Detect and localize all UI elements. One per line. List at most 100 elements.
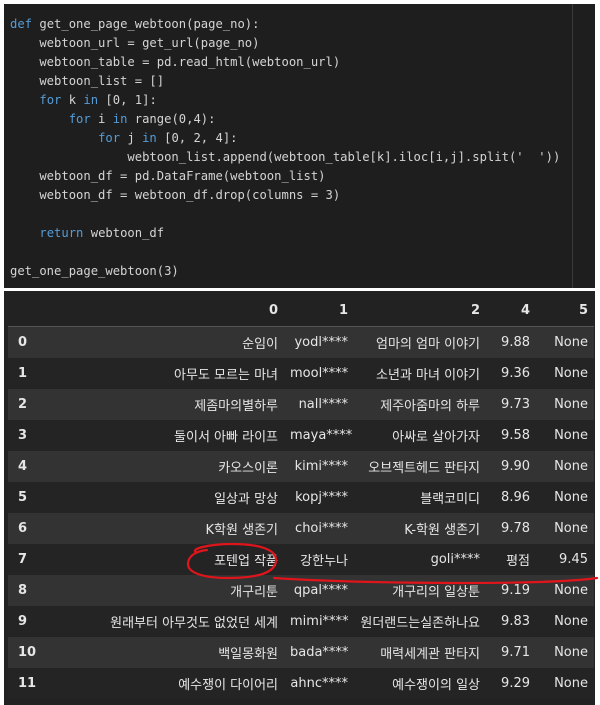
code-line[interactable]: return webtoon_df xyxy=(10,224,560,243)
table-cell: goli**** xyxy=(430,552,480,567)
code-keyword: def xyxy=(10,17,33,31)
code-line[interactable]: get_one_page_webtoon(3) xyxy=(10,262,560,281)
code-line[interactable] xyxy=(10,243,560,262)
column-header: 1 xyxy=(284,295,354,327)
code-line[interactable]: for j in [0, 2, 4]: xyxy=(10,129,560,148)
table-row: 5 일상과 망상 kopj**** 블랙코미디 8.96 None xyxy=(8,482,594,513)
table-row: 3 둘이서 아빠 라이프 maya**** 아싸로 살아가자 9.58 None xyxy=(8,420,594,451)
table-cell: qpal**** xyxy=(293,583,348,598)
table-cell: 제주아줌마의 하루 xyxy=(380,399,480,414)
row-index: 8 xyxy=(18,583,28,598)
table-cell: choi**** xyxy=(295,521,348,536)
table-cell: None xyxy=(554,676,588,691)
code-keyword: return xyxy=(39,226,84,240)
table-row: 10 백일몽화원 bada**** 매력세계관 판타지 9.71 None xyxy=(8,637,594,668)
dataframe-table: 01245 0 순임이 yodl**** 엄마의 엄마 이야기 9.88 None 1 아무도… xyxy=(8,295,594,699)
code-line[interactable]: webtoon_df = pd.DataFrame(webtoon_list) xyxy=(10,167,560,186)
table-cell: None xyxy=(554,335,588,350)
code-line[interactable]: webtoon_url = get_url(page_no) xyxy=(10,34,560,53)
table-cell: 9.88 xyxy=(501,335,530,350)
code-text: [0, 2, 4]: xyxy=(156,131,238,145)
table-body: 0 순임이 yodl**** 엄마의 엄마 이야기 9.88 None 1 아무도 모르는 마… xyxy=(8,326,594,699)
code-text: range(0,4): xyxy=(127,112,216,126)
table-cell: kopj**** xyxy=(295,490,348,505)
table-cell: 백일몽화원 xyxy=(218,647,278,662)
code-text: get_one_page_webtoon(page_no): xyxy=(32,17,260,31)
row-index: 5 xyxy=(18,490,28,505)
table-cell: 9.73 xyxy=(501,397,530,412)
code-keyword: in xyxy=(83,93,99,107)
code-line[interactable]: webtoon_df = webtoon_df.drop(columns = 3… xyxy=(10,186,560,205)
table-cell: 카오스이론 xyxy=(218,461,278,476)
table-row: 1 아무도 모르는 마녀 mool**** 소년과 마녀 이야기 9.36 None xyxy=(8,358,594,389)
table-cell: 예수쟁이의 일상 xyxy=(392,678,480,693)
row-index: 11 xyxy=(18,676,37,691)
table-cell: 소년과 마녀 이야기 xyxy=(376,368,480,383)
code-cell[interactable]: def get_one_page_webtoon(page_no): webto… xyxy=(4,4,595,288)
code-line[interactable]: webtoon_table = pd.read_html(webtoon_url… xyxy=(10,53,560,72)
table-cell: mimi**** xyxy=(290,614,349,629)
table-cell: 평점 xyxy=(506,554,530,569)
table-cell: None xyxy=(554,366,588,381)
code-line[interactable]: for k in [0, 1]: xyxy=(10,91,560,110)
code-text: get_one_page_webtoon(3) xyxy=(10,264,179,278)
table-cell: maya**** xyxy=(290,428,353,443)
code-keyword: for xyxy=(68,112,91,126)
row-index: 10 xyxy=(18,645,37,660)
column-header xyxy=(8,295,50,327)
table-cell: 순임이 xyxy=(242,337,278,352)
table-cell: bada**** xyxy=(290,645,349,660)
table-cell: 원래부터 아무것도 없었던 세계 xyxy=(110,616,278,631)
table-cell: None xyxy=(554,614,588,629)
column-header: 4 xyxy=(486,295,536,327)
table-cell: 9.29 xyxy=(501,676,530,691)
code-line[interactable] xyxy=(10,205,560,224)
table-cell: 개구리의 일상툰 xyxy=(392,585,480,600)
table-cell: K-학원 생존기 xyxy=(404,523,480,538)
table-cell: 강한누나 xyxy=(300,554,348,569)
table-cell: 9.19 xyxy=(501,583,530,598)
table-cell: 아무도 모르는 마녀 xyxy=(174,368,278,383)
table-cell: 9.36 xyxy=(501,366,530,381)
code-text: webtoon_list.append(webtoon_table[k].ilo… xyxy=(10,150,561,164)
table-cell: 블랙코미디 xyxy=(420,492,480,507)
table-cell: 예수쟁이 다이어리 xyxy=(178,678,278,693)
code-line[interactable]: def get_one_page_webtoon(page_no): xyxy=(10,15,560,34)
code-line[interactable]: webtoon_list.append(webtoon_table[k].ilo… xyxy=(10,148,560,167)
code-keyword: in xyxy=(142,131,157,145)
code-line[interactable]: for i in range(0,4): xyxy=(10,110,560,129)
code-text: webtoon_url = get_url(page_no) xyxy=(10,36,260,50)
table-cell: 9.58 xyxy=(501,428,530,443)
row-index: 0 xyxy=(18,335,28,350)
code-cell-scrollbar[interactable] xyxy=(572,4,573,288)
table-cell: None xyxy=(554,490,588,505)
table-cell: 둘이서 아빠 라이프 xyxy=(174,430,278,445)
table-row: 4 카오스이론 kimi**** 오브젝트헤드 판타지 9.90 None xyxy=(8,451,594,482)
table-row: 2 제좀마의별하루 nall**** 제주아줌마의 하루 9.73 None xyxy=(8,389,594,420)
code-line[interactable]: webtoon_list = [] xyxy=(10,72,560,91)
table-cell: nall**** xyxy=(298,397,348,412)
table-cell: mool**** xyxy=(290,366,349,381)
table-cell: 일상과 망상 xyxy=(214,492,278,507)
table-cell: K학원 생존기 xyxy=(205,523,278,538)
row-index: 3 xyxy=(18,428,28,443)
column-header: 2 xyxy=(354,295,486,327)
table-row: 9 원래부터 아무것도 없었던 세계 mimi**** 원더랜드는실존하나요 9.83 N… xyxy=(8,606,594,637)
code-text: webtoon_list = [] xyxy=(10,74,165,88)
row-index: 7 xyxy=(18,552,28,567)
row-index: 4 xyxy=(18,459,28,474)
code-keyword: for xyxy=(39,93,62,107)
table-row: 7 포텐업 작품 강한누나 goli**** 평점 9.45 xyxy=(8,544,594,575)
code-editor[interactable]: def get_one_page_webtoon(page_no): webto… xyxy=(10,15,560,281)
code-text: webtoon_df = webtoon_df.drop(columns = 3… xyxy=(10,188,341,202)
table-cell: None xyxy=(554,397,588,412)
table-cell: ahnc**** xyxy=(290,676,348,691)
table-row: 0 순임이 yodl**** 엄마의 엄마 이야기 9.88 None xyxy=(8,326,594,358)
row-index: 6 xyxy=(18,521,28,536)
table-cell: 엄마의 엄마 이야기 xyxy=(376,337,480,352)
table-cell: 매력세계관 판타지 xyxy=(380,647,480,662)
table-cell: 아싸로 살아가자 xyxy=(392,430,480,445)
table-cell: 9.83 xyxy=(501,614,530,629)
code-text: k xyxy=(61,93,84,107)
